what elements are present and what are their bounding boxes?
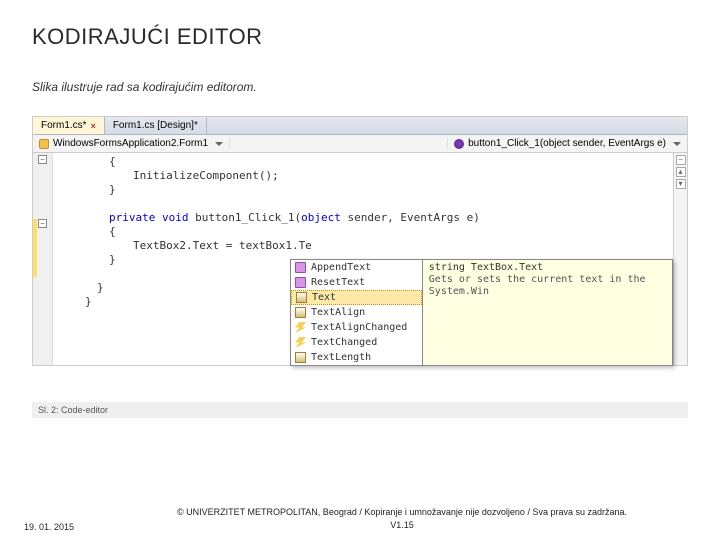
event-icon [295,337,306,348]
property-icon [295,352,306,363]
class-icon [39,139,49,149]
breadcrumb-bar: WindowsFormsApplication2.Form1 button1_C… [33,135,687,153]
tooltip-signature: string TextBox.Text [429,262,666,274]
breadcrumb-method[interactable]: button1_Click_1(object sender, EventArgs… [447,138,687,149]
property-icon [296,292,307,303]
tab-label: Form1.cs* [41,120,87,131]
slide: KODIRAJUĆI EDITOR Slika ilustruje rad sa… [0,0,720,418]
split-button[interactable]: − [676,155,686,165]
page-title: KODIRAJUĆI EDITOR [32,24,688,50]
nav-down-button[interactable]: ▾ [676,179,686,189]
gutter: − − [33,153,53,365]
code-line: InitializeComponent(); [85,169,641,183]
code-line: { [85,155,641,169]
intellisense-item[interactable]: AppendText [291,260,422,275]
intellisense-item[interactable]: TextLength [291,350,422,365]
intellisense-label: ResetText [311,276,365,290]
intellisense-list[interactable]: AppendText ResetText Text TextAlign Text… [290,259,423,366]
tab-bar: Form1.cs* × Form1.cs [Design]* [33,117,687,135]
code-line [85,197,641,211]
nav-up-button[interactable]: ▴ [676,167,686,177]
fold-icon[interactable]: − [38,219,47,228]
code-area: − − { InitializeComponent(); } private v… [33,153,687,365]
code-line: private void button1_Click_1(object send… [85,211,641,225]
close-icon[interactable]: × [91,121,96,131]
breadcrumb-class[interactable]: WindowsFormsApplication2.Form1 [33,138,230,149]
property-icon [295,307,306,318]
intellisense-label: TextChanged [311,336,377,350]
intellisense-item[interactable]: TextAlignChanged [291,320,422,335]
tab-form1-design[interactable]: Form1.cs [Design]* [105,117,207,134]
footer: 19. 01. 2015 © UNIVERZITET METROPOLITAN,… [0,506,720,532]
intellisense-label: TextLength [311,351,371,365]
method-icon [295,262,306,273]
code-line: TextBox2.Text = textBox1.Te [85,239,641,253]
page-subtitle: Slika ilustruje rad sa kodirajućim edito… [32,80,688,94]
chevron-down-icon [673,142,681,146]
ide-screenshot: Form1.cs* × Form1.cs [Design]* WindowsFo… [32,116,688,366]
breadcrumb-method-label: button1_Click_1(object sender, EventArgs… [468,138,666,149]
intellisense-label: Text [312,291,336,305]
breadcrumb-class-label: WindowsFormsApplication2.Form1 [53,138,208,149]
intellisense-popup: AppendText ResetText Text TextAlign Text… [290,259,673,366]
method-icon [454,139,464,149]
code-line: { [85,225,641,239]
side-buttons: − ▴ ▾ [673,153,687,365]
change-marker [33,219,37,277]
intellisense-item[interactable]: TextChanged [291,335,422,350]
intellisense-label: TextAlignChanged [311,321,407,335]
method-icon [295,277,306,288]
intellisense-item[interactable]: ResetText [291,275,422,290]
tooltip-description: Gets or sets the current text in the Sys… [429,274,666,298]
event-icon [295,322,306,333]
fold-icon[interactable]: − [38,155,47,164]
intellisense-item[interactable]: TextAlign [291,305,422,320]
intellisense-label: AppendText [311,261,371,275]
code-line: } [85,183,641,197]
chevron-down-icon [215,142,223,146]
footer-copyright: © UNIVERZITET METROPOLITAN, Beograd / Ko… [108,506,696,532]
figure-caption: Sl. 2: Code-editor [32,402,688,418]
tab-form1-cs[interactable]: Form1.cs* × [33,117,105,134]
intellisense-label: TextAlign [311,306,365,320]
intellisense-tooltip: string TextBox.Text Gets or sets the cur… [423,259,673,366]
tab-label: Form1.cs [Design]* [113,120,198,131]
intellisense-item-selected[interactable]: Text [291,290,422,305]
code-editor[interactable]: { InitializeComponent(); } private void … [53,153,673,365]
footer-date: 19. 01. 2015 [24,522,108,532]
